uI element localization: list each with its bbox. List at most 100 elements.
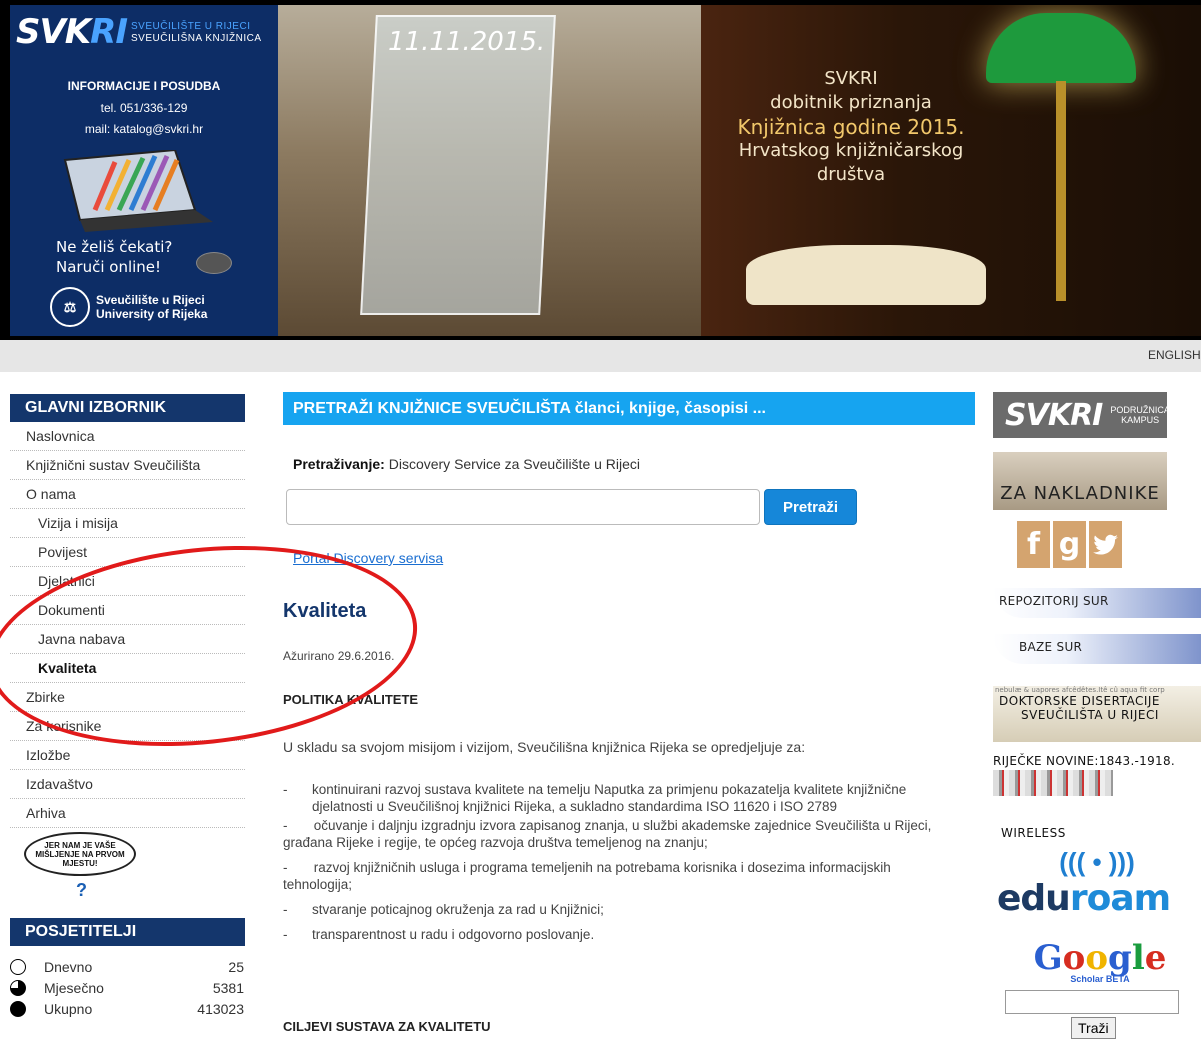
main-content: PRETRAŽI KNJIŽNICE SVEUČILIŠTA članci, k… [283,392,975,1034]
wireless-label: WIRELESS [1001,826,1066,840]
award-line3: Knjižnica godine 2015. [737,115,965,139]
main-menu: Naslovnica Knjižnični sustav Sveučilišta… [10,422,245,828]
kampus-logo-text: SVKRI [1005,397,1103,433]
menu-item-izlozbe[interactable]: Izložbe [10,741,245,770]
disert-line1: DOKTORSKE DISERTACIJE [999,694,1160,708]
policy-item-text: stvaranje poticajnog okruženja za rad u … [312,902,604,917]
menu-item-za-korisnike[interactable]: Za korisnike [10,712,245,741]
info-email: mail: katalog@svkri.hr [84,122,204,136]
menu-item-dokumenti[interactable]: Dokumenti [10,596,245,625]
visitor-count: 25 [228,958,244,975]
search-label: Pretraživanje: Discovery Service za Sveu… [293,456,640,472]
visitor-row-daily: Dnevno 25 [10,956,245,977]
baze-sur-banner[interactable]: BAZE SUR [993,634,1201,664]
wifi-waves-icon: ((( • ))) [1059,846,1135,877]
scholar-search-input[interactable] [1005,990,1179,1014]
policy-intro: U skladu sa svojom misijom i vizijom, Sv… [283,739,806,755]
twitter-bird-icon [1092,534,1118,554]
lamp-pole [1056,81,1066,301]
baze-sur-label: BAZE SUR [1019,640,1083,654]
menu-item-javna-nabava[interactable]: Javna nabava [10,625,245,654]
search-label-rest: Discovery Service za Sveučilište u Rijec… [384,456,641,472]
header: SVKRI SVEUČILIŠTE U RIJECI SVEUČILIŠNA K… [0,0,1201,340]
award-line4: Hrvatskog knjižničarskog [738,140,964,161]
open-book-icon [746,245,986,305]
menu-item-arhiva[interactable]: Arhiva [10,799,245,828]
doktorske-disertacije-banner[interactable]: nebulæ & uapores afcêdêtes.Itê cû aqua f… [993,686,1201,742]
logo-sub-line2: SVEUČILIŠNA KNJIŽNICA [131,33,262,44]
rijecke-novine-banner[interactable]: RIJEČKE NOVINE:1843.-1918. [993,754,1201,802]
disert-line2: SVEUČILIŠTA U RIJECI [1021,708,1159,722]
policy-item-text: kontinuirani razvoj sustava kvalitete na… [312,782,907,814]
edu-text: edu [997,878,1071,919]
english-link[interactable]: ENGLISH [1148,348,1201,362]
search-label-bold: Pretraživanje: [293,456,385,472]
menu-item-kvaliteta[interactable]: Kvaliteta [10,654,245,683]
visitor-label: Ukupno [44,1000,93,1017]
policy-item: - stvaranje poticajnog okruženja za rad … [283,901,963,918]
google-plus-icon[interactable]: g [1053,521,1086,568]
mouse-icon [196,252,232,274]
eduroam-banner[interactable]: WIRELESS ((( • ))) eduroam [993,826,1201,919]
plaque-date: 11.11.2015. [388,27,546,57]
uni-line1: Sveučilište u Rijeci [96,293,205,307]
lamp-icon [986,13,1136,83]
university-logo[interactable]: ⚖ Sveučilište u Rijeci University of Rij… [50,287,207,327]
award-line5: društva [816,164,886,185]
award-photo: 11.11.2015. [278,5,701,336]
visitor-label: Mjesečno [44,979,104,996]
info-panel[interactable]: SVKRI SVEUČILIŠTE U RIJECI SVEUČILIŠNA K… [10,5,278,336]
menu-item-o-nama[interactable]: O nama [10,480,245,509]
disert-tiny-text: nebulæ & uapores afcêdêtes.Itê cû aqua f… [995,686,1165,694]
menu-item-vizija-i-misija[interactable]: Vizija i misija [10,509,245,538]
novine-label: RIJEČKE NOVINE:1843.-1918. [993,754,1176,768]
visitor-count: 413023 [197,1000,244,1017]
social-links: f g [1017,521,1122,568]
menu-item-izdavastvo[interactable]: Izdavaštvo [10,770,245,799]
eduroam-logo: eduroam [997,878,1171,919]
visitor-count: 5381 [212,979,244,996]
facebook-icon[interactable]: f [1017,521,1050,568]
svkri-kampus-banner[interactable]: SVKRI PODRUŽNICA KAMPUS [993,392,1170,438]
google-scholar-widget: Google Scholar BETA Traži [1005,940,1195,1039]
feedback-banner[interactable]: JER NAM JE VAŠE MIŠLJENJE NA PRVOM MJEST… [24,832,136,904]
updated-date: Ažurirano 29.6.2016. [283,649,395,663]
info-phone: tel. 051/336-129 [100,101,188,115]
google-scholar-logo: Google [1033,938,1167,978]
full-circle-icon [10,1000,26,1017]
visitors-title: POSJETITELJI [10,918,245,946]
menu-item-povijest[interactable]: Povijest [10,538,245,567]
visitor-label: Dnevno [44,958,93,975]
info-title: INFORMACIJE I POSUDBA [67,79,221,93]
visitor-row-monthly: Mjesečno 5381 [10,977,245,998]
newspapers-icon [993,770,1113,796]
repozitorij-sur-banner[interactable]: REPOZITORIJ SUR [993,588,1201,618]
order-line2: Naruči online! [56,258,162,276]
twitter-icon[interactable] [1089,521,1122,568]
menu-item-naslovnica[interactable]: Naslovnica [10,422,245,451]
uni-line2: University of Rijeka [96,307,208,321]
discovery-search-input[interactable] [286,489,760,525]
left-sidebar: GLAVNI IZBORNIK Naslovnica Knjižnični su… [10,394,245,1019]
goals-heading: CILJEVI SUSTAVA ZA KVALITETU [283,1019,491,1034]
empty-circle-icon [10,958,26,975]
glass-plaque [360,15,556,315]
logo-text: SVK [16,12,91,52]
order-online-cta[interactable]: Ne želiš čekati? Naruči online! [56,237,172,277]
award-line1: SVKRI [824,68,878,89]
za-nakladnike-banner[interactable]: ZA NAKLADNIKE [993,452,1167,510]
svkri-logo[interactable]: SVKRI SVEUČILIŠTE U RIJECI SVEUČILIŠNA K… [16,15,262,49]
portal-discovery-link[interactable]: Portal Discovery servisa [293,550,443,566]
policy-heading: POLITIKA KVALITETE [283,692,419,707]
award-banner: SVKRI dobitnik priznanja Knjižnica godin… [701,5,1201,336]
partial-circle-icon [10,979,26,996]
menu-item-knjiznicni-sustav[interactable]: Knjižnični sustav Sveučilišta [10,451,245,480]
award-text: SVKRI dobitnik priznanja Knjižnica godin… [701,67,1001,187]
menu-item-zbirke[interactable]: Zbirke [10,683,245,712]
laptop-books-icon [63,150,213,232]
search-button[interactable]: Pretraži [764,489,857,525]
scholar-search-button[interactable]: Traži [1071,1017,1116,1039]
menu-item-djelatnici[interactable]: Djelatnici [10,567,245,596]
visitors-counter: Dnevno 25 Mjesečno 5381 Ukupno 413023 [10,956,245,1019]
policy-item: - razvoj knjižničnih usluga i programa t… [283,860,891,892]
